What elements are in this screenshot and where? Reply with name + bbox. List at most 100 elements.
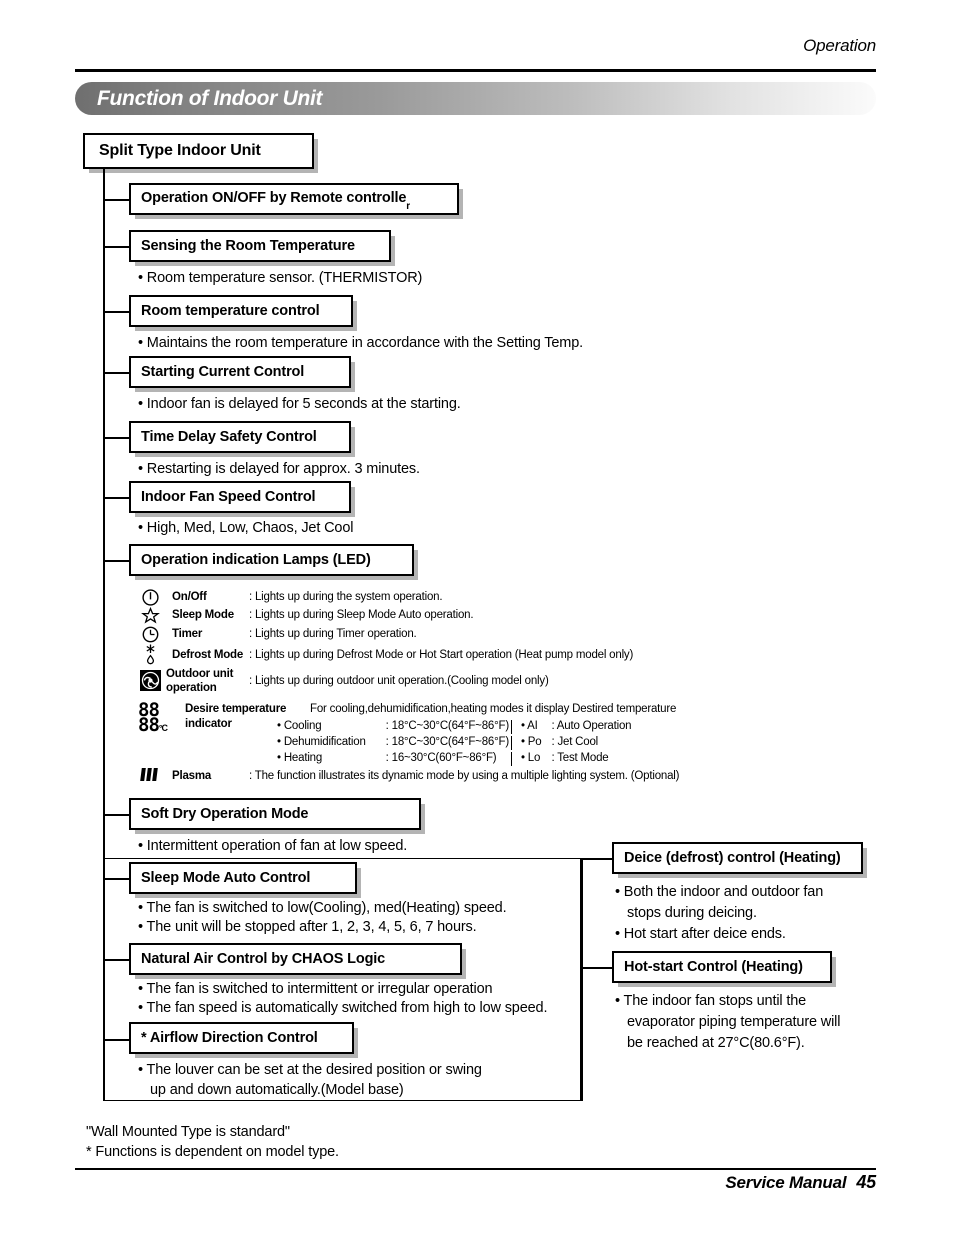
spacer [368, 720, 384, 734]
bullet-hotstart-2: evaporator piping temperature will [627, 1014, 841, 1030]
clock-icon [141, 625, 160, 644]
node-soft-dry-operation-mode: Soft Dry Operation Mode [129, 798, 421, 830]
node-label: Sensing the Room Temperature [141, 238, 355, 254]
led-name-timer: Timer [172, 628, 203, 640]
led-name-sleep-mode: Sleep Mode [172, 609, 234, 621]
spacer [368, 736, 384, 750]
connector-stub-6 [103, 497, 129, 499]
node-indoor-fan-speed-control: Indoor Fan Speed Control [129, 481, 351, 513]
node-label: Hot-start Control (Heating) [624, 959, 803, 975]
table-row: • Cooling : 18°C~30°C(64°F~86°F) • AI : … [277, 720, 632, 734]
page-title: Function of Indoor Unit [97, 87, 323, 110]
led-name-outdoor-unit-line2: operation [166, 682, 217, 694]
footer-rule [75, 1168, 876, 1171]
bullet-fan-speed: • High, Med, Low, Chaos, Jet Cool [138, 520, 354, 536]
code-label: • Lo [510, 752, 542, 766]
star-icon [141, 606, 160, 625]
page-title-bar: Function of Indoor Unit [75, 82, 876, 115]
note-line-2: * Functions is dependent on model type. [86, 1144, 339, 1160]
bullet-hotstart-3: be reached at 27°C(80.6°F). [627, 1035, 805, 1051]
fan-icon [140, 670, 161, 691]
note-line-1: "Wall Mounted Type is standard" [86, 1124, 290, 1140]
led-name-on-off: On/Off [172, 591, 207, 603]
node-operation-indication-lamps: Operation indication Lamps (LED) [129, 544, 414, 576]
node-label: Time Delay Safety Control [141, 429, 317, 445]
led-desc-outdoor-unit: : Lights up during outdoor unit operatio… [249, 675, 549, 687]
seven-segment-digits-2: 88 [138, 713, 160, 736]
node-time-delay-safety-control: Time Delay Safety Control [129, 421, 351, 453]
code-meaning: : Auto Operation [551, 720, 632, 732]
connector-stub-8 [103, 814, 129, 816]
node-starting-current-control: Starting Current Control [129, 356, 351, 388]
bullet-room-temp: • Maintains the room temperature in acco… [138, 335, 583, 351]
bullet-starting-current: • Indoor fan is delayed for 5 seconds at… [138, 396, 461, 412]
bullet-deice-2: stops during deicing. [627, 905, 757, 921]
seven-segment-unit: °C [158, 722, 168, 733]
bullet-sensing: • Room temperature sensor. (THERMISTOR) [138, 270, 423, 286]
right-connector-stub-1 [581, 858, 612, 860]
page-number: 45 [856, 1172, 876, 1192]
page-header: Operation [75, 36, 876, 56]
footer-label: Service Manual [725, 1173, 847, 1192]
mode-label: • Dehumidification [277, 736, 366, 748]
temperature-range-table: • Cooling : 18°C~30°C(64°F~86°F) • AI : … [275, 718, 633, 768]
lower-group-boundary [103, 858, 581, 1101]
node-label: Indoor Fan Speed Control [141, 489, 316, 505]
code-meaning: : Test Mode [551, 752, 609, 764]
node-sensing-room-temperature: Sensing the Room Temperature [129, 230, 391, 262]
led-desc-timer: : Lights up during Timer operation. [249, 628, 417, 640]
node-operation-on-off-remote: Operation ON/OFF by Remote controller [129, 183, 459, 215]
led-name-defrost-mode: Defrost Mode [172, 649, 244, 661]
bullet-time-delay: • Restarting is delayed for approx. 3 mi… [138, 461, 420, 477]
header-rule [75, 69, 876, 72]
led-desc-desire-temperature: For cooling,dehumidification,heating mod… [310, 703, 677, 715]
right-connector-stub-2 [581, 967, 612, 969]
bullet-hotstart-1: • The indoor fan stops until the [615, 993, 807, 1009]
mode-range: : 16~30°C(60°F~86°F) [385, 752, 497, 764]
bullet-deice-3: • Hot start after deice ends. [615, 926, 786, 942]
led-name-desire-temperature: Desire temperature [185, 703, 287, 715]
node-label: Room temperature control [141, 303, 320, 319]
snowflake-drop-icon [141, 643, 160, 665]
connector-stub-7 [103, 560, 129, 562]
node-label: Starting Current Control [141, 364, 305, 380]
node-deice-defrost-control: Deice (defrost) control (Heating) [612, 842, 863, 874]
led-desc-sleep-mode: : Lights up during Sleep Mode Auto opera… [249, 609, 474, 621]
mode-label: • Heating [277, 752, 323, 764]
node-hot-start-control: Hot-start Control (Heating) [612, 951, 832, 983]
code-label: • AI [510, 720, 542, 734]
mode-label: • Cooling [277, 720, 322, 732]
bullet-deice-1: • Both the indoor and outdoor fan [615, 884, 824, 900]
node-label: Operation indication Lamps (LED) [141, 552, 371, 568]
connector-stub-1 [103, 199, 129, 201]
node-label: Operation ON/OFF by Remote controller [141, 189, 411, 213]
mode-range: : 18°C~30°C(64°F~86°F) [385, 736, 510, 748]
footer: Service Manual 45 [725, 1172, 876, 1193]
connector-stub-2 [103, 246, 129, 248]
code-meaning: : Jet Cool [551, 736, 599, 748]
seven-segment-icon: 88 88°C [138, 701, 168, 736]
node-room-temperature-control: Room temperature control [129, 295, 353, 327]
root-node-label: Split Type Indoor Unit [99, 142, 261, 159]
right-spine [581, 858, 583, 1101]
root-node-split-type-indoor-unit: Split Type Indoor Unit [83, 133, 314, 169]
node-label: Deice (defrost) control (Heating) [624, 850, 841, 866]
led-name-desire-temperature-line2: indicator [185, 718, 232, 730]
led-desc-on-off: : Lights up during the system operation. [249, 591, 443, 603]
plasma-bars-icon [140, 768, 158, 781]
node-label: Soft Dry Operation Mode [141, 806, 309, 822]
table-row: • Heating : 16~30°C(60°F~86°F) • Lo : Te… [277, 752, 631, 766]
table-row: • Dehumidification : 18°C~30°C(64°F~86°F… [277, 736, 631, 750]
connector-stub-5 [103, 437, 129, 439]
led-desc-plasma: : The function illustrates its dynamic m… [249, 770, 680, 782]
spacer [368, 752, 384, 766]
mode-range: : 18°C~30°C(64°F~86°F) [385, 720, 510, 732]
section-label: Operation [803, 36, 876, 55]
power-icon [141, 588, 160, 607]
connector-stub-3 [103, 311, 129, 313]
bullet-soft-dry: • Intermittent operation of fan at low s… [138, 838, 408, 854]
led-name-plasma: Plasma [172, 770, 212, 782]
led-name-outdoor-unit: Outdoor unit [166, 668, 234, 680]
connector-stub-4 [103, 372, 129, 374]
node-label-subscript: r [406, 201, 411, 213]
